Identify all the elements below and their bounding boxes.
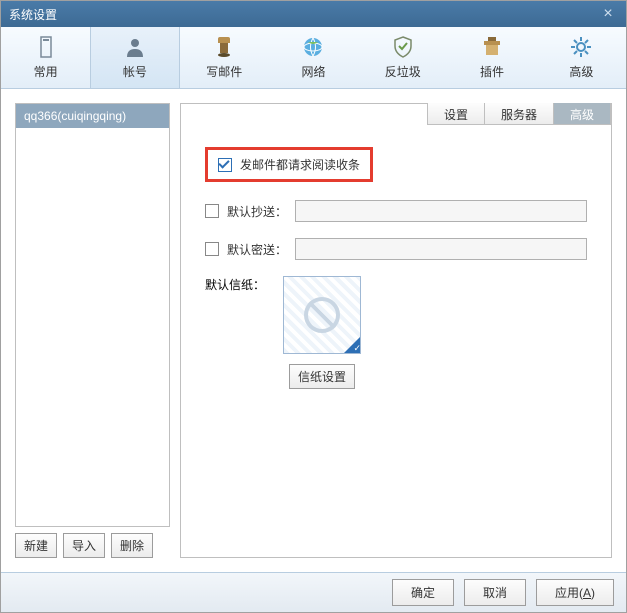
toolbar-general[interactable]: 常用 xyxy=(1,27,90,88)
toolbar-network[interactable]: 网络 xyxy=(269,27,358,88)
toolbar-label: 常用 xyxy=(34,63,58,80)
titlebar: 系统设置 × xyxy=(1,1,626,27)
new-button[interactable]: 新建 xyxy=(15,533,57,558)
selected-check-icon xyxy=(344,337,360,353)
account-list[interactable]: qq366(cuiqingqing) xyxy=(15,103,170,527)
toolbar-compose[interactable]: 写邮件 xyxy=(180,27,269,88)
account-buttons: 新建 导入 删除 xyxy=(15,533,170,558)
body: qq366(cuiqingqing) 新建 导入 删除 设置 服务器 高级 xyxy=(1,89,626,572)
default-bcc-checkbox[interactable] xyxy=(205,242,219,256)
default-cc-row: 默认抄送： xyxy=(205,200,587,222)
read-receipt-label: 发邮件都请求阅读收条 xyxy=(240,156,360,173)
shield-icon xyxy=(391,35,415,59)
none-icon xyxy=(304,297,340,333)
stationery-label: 默认信纸： xyxy=(205,276,265,293)
stationery-section: 默认信纸： 信纸设置 xyxy=(205,276,587,389)
default-bcc-label: 默认密送： xyxy=(227,241,287,258)
stationery-settings-button[interactable]: 信纸设置 xyxy=(289,364,355,389)
toolbar-advanced[interactable]: 高级 xyxy=(537,27,626,88)
ok-button[interactable]: 确定 xyxy=(392,579,454,606)
delete-button[interactable]: 删除 xyxy=(111,533,153,558)
account-item[interactable]: qq366(cuiqingqing) xyxy=(16,104,169,128)
plugin-icon xyxy=(480,35,504,59)
stationery-preview[interactable] xyxy=(283,276,361,354)
toolbar-account[interactable]: 帐号 xyxy=(90,27,179,88)
tabs: 设置 服务器 高级 xyxy=(181,103,611,125)
toolbar-label: 反垃圾 xyxy=(385,63,421,80)
toolbar-label: 插件 xyxy=(480,63,504,80)
apply-button[interactable]: 应用(A) xyxy=(536,579,614,606)
left-panel: qq366(cuiqingqing) 新建 导入 删除 xyxy=(15,103,170,558)
default-cc-input[interactable] xyxy=(295,200,587,222)
tab-advanced[interactable]: 高级 xyxy=(554,103,610,124)
read-receipt-checkbox[interactable] xyxy=(218,158,232,172)
default-bcc-row: 默认密送： xyxy=(205,238,587,260)
window-title: 系统设置 xyxy=(9,6,598,23)
right-panel: 设置 服务器 高级 发邮件都请求阅读收条 默认抄送： xyxy=(180,103,612,558)
compose-icon xyxy=(212,35,236,59)
close-icon[interactable]: × xyxy=(598,4,618,24)
toolbar-label: 网络 xyxy=(301,63,325,80)
account-icon xyxy=(123,35,147,59)
default-cc-checkbox[interactable] xyxy=(205,204,219,218)
import-button[interactable]: 导入 xyxy=(63,533,105,558)
toolbar-label: 高级 xyxy=(569,63,593,80)
footer: 确定 取消 应用(A) xyxy=(1,572,626,612)
toolbar-label: 帐号 xyxy=(123,63,147,80)
default-bcc-input[interactable] xyxy=(295,238,587,260)
toolbar-label: 写邮件 xyxy=(206,63,242,80)
general-icon xyxy=(34,35,58,59)
tab-content: 发邮件都请求阅读收条 默认抄送： 默认密送： 默认信纸： xyxy=(181,125,611,557)
gear-icon xyxy=(569,35,593,59)
toolbar-antispam[interactable]: 反垃圾 xyxy=(358,27,447,88)
toolbar: 常用 帐号 写邮件 网络 反垃圾 插件 高级 xyxy=(1,27,626,89)
default-cc-label: 默认抄送： xyxy=(227,203,287,220)
highlight-box: 发邮件都请求阅读收条 xyxy=(205,147,373,182)
tab-server[interactable]: 服务器 xyxy=(485,103,554,124)
cancel-button[interactable]: 取消 xyxy=(464,579,526,606)
tab-settings[interactable]: 设置 xyxy=(428,103,485,124)
toolbar-plugin[interactable]: 插件 xyxy=(447,27,536,88)
network-icon xyxy=(301,35,325,59)
settings-window: 系统设置 × 常用 帐号 写邮件 网络 反垃圾 插件 高级 xyxy=(0,0,627,613)
